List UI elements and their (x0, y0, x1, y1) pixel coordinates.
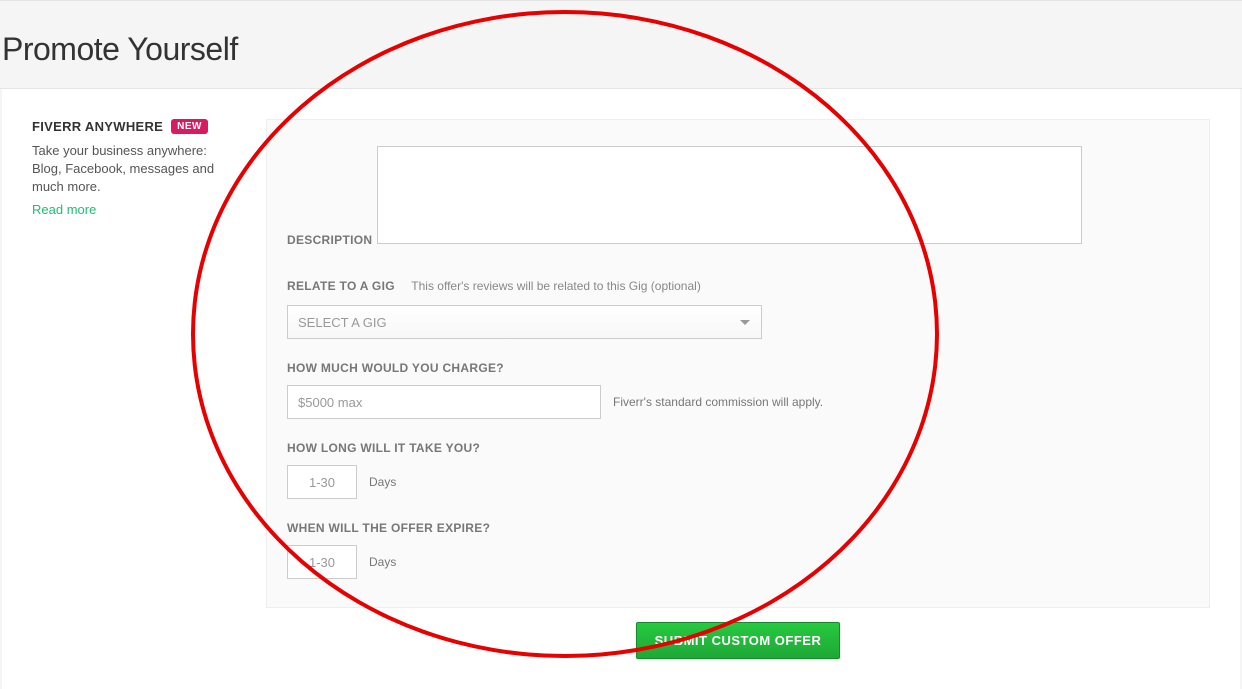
gig-select-wrap: SELECT A GIG (287, 305, 762, 339)
expire-label: WHEN WILL THE OFFER EXPIRE? (287, 521, 490, 535)
description-group: DESCRIPTION (287, 146, 1189, 257)
sidebar: FIVERR ANYWHERE NEW Take your business a… (2, 119, 234, 659)
content-wrapper: FIVERR ANYWHERE NEW Take your business a… (2, 89, 1240, 689)
gig-select-placeholder: SELECT A GIG (298, 315, 387, 330)
expire-group: WHEN WILL THE OFFER EXPIRE? Days (287, 519, 1189, 579)
relate-gig-group: RELATE TO A GIG This offer's reviews wil… (287, 277, 1189, 339)
page-title: Promote Yourself (0, 31, 1242, 68)
expire-unit: Days (369, 555, 396, 569)
submit-custom-offer-button[interactable]: SUBMIT CUSTOM OFFER (636, 622, 841, 659)
charge-label: HOW MUCH WOULD YOU CHARGE? (287, 361, 504, 375)
duration-label: HOW LONG WILL IT TAKE YOU? (287, 441, 480, 455)
sidebar-title-row: FIVERR ANYWHERE NEW (32, 119, 234, 134)
sidebar-description: Take your business anywhere: Blog, Faceb… (32, 142, 234, 197)
expire-input[interactable] (287, 545, 357, 579)
duration-unit: Days (369, 475, 396, 489)
read-more-link[interactable]: Read more (32, 202, 96, 217)
relate-gig-sublabel: This offer's reviews will be related to … (411, 279, 701, 293)
description-label: DESCRIPTION (287, 233, 372, 247)
form-panel: DESCRIPTION RELATE TO A GIG This offer's… (266, 119, 1210, 608)
charge-input[interactable] (287, 385, 601, 419)
page-header: Promote Yourself (0, 0, 1242, 89)
sidebar-title: FIVERR ANYWHERE (32, 119, 163, 134)
duration-input[interactable] (287, 465, 357, 499)
description-textarea[interactable] (377, 146, 1082, 244)
new-badge: NEW (171, 119, 208, 134)
gig-select[interactable]: SELECT A GIG (287, 305, 762, 339)
duration-group: HOW LONG WILL IT TAKE YOU? Days (287, 439, 1189, 499)
charge-note: Fiverr's standard commission will apply. (613, 395, 823, 409)
relate-gig-label: RELATE TO A GIG (287, 279, 395, 293)
submit-row: SUBMIT CUSTOM OFFER (266, 622, 1210, 659)
charge-group: HOW MUCH WOULD YOU CHARGE? Fiverr's stan… (287, 359, 1189, 419)
